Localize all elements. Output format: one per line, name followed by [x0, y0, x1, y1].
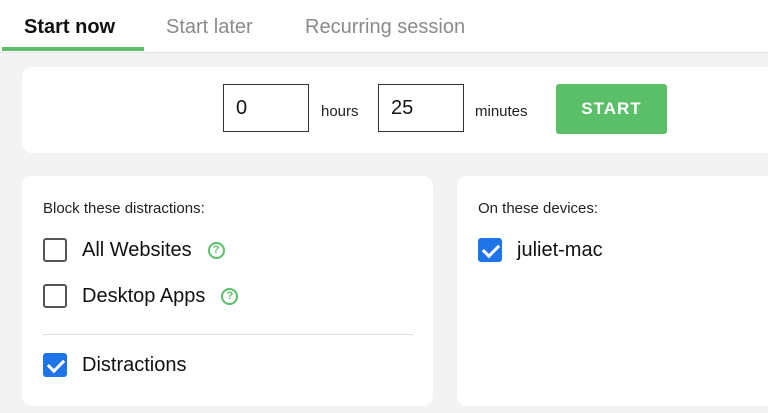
block-heading: Block these distractions:	[43, 200, 205, 217]
distractions-checkbox[interactable]	[43, 353, 67, 377]
option-distractions[interactable]: Distractions	[43, 352, 186, 378]
all-websites-label: All Websites	[82, 238, 192, 261]
hours-input[interactable]	[223, 84, 309, 132]
active-tab-indicator	[2, 47, 144, 51]
block-distractions-card: Block these distractions: All Websites ?…	[22, 176, 433, 406]
duration-panel: hours minutes START	[22, 67, 768, 153]
device-item[interactable]: juliet-mac	[478, 237, 603, 263]
tab-start-now[interactable]: Start now	[24, 0, 115, 52]
option-desktop-apps[interactable]: Desktop Apps ?	[43, 283, 239, 309]
device-label: juliet-mac	[517, 238, 603, 261]
divider	[43, 334, 413, 335]
session-tabs: Start now Start later Recurring session	[0, 0, 768, 53]
minutes-label: minutes	[475, 103, 528, 120]
devices-card: On these devices: juliet-mac	[457, 176, 768, 406]
desktop-apps-label: Desktop Apps	[82, 284, 206, 307]
minutes-input[interactable]	[378, 84, 464, 132]
device-checkbox[interactable]	[478, 238, 502, 262]
tab-recurring-session[interactable]: Recurring session	[305, 0, 465, 52]
all-websites-checkbox[interactable]	[43, 238, 67, 262]
start-button[interactable]: START	[556, 84, 667, 134]
distractions-label: Distractions	[82, 353, 187, 376]
desktop-apps-checkbox[interactable]	[43, 284, 67, 308]
devices-heading: On these devices:	[478, 200, 599, 217]
question-circle-icon[interactable]: ?	[221, 287, 239, 305]
question-circle-icon[interactable]: ?	[207, 241, 225, 259]
option-all-websites[interactable]: All Websites ?	[43, 237, 225, 263]
tab-start-later[interactable]: Start later	[166, 0, 253, 52]
hours-label: hours	[321, 103, 359, 120]
